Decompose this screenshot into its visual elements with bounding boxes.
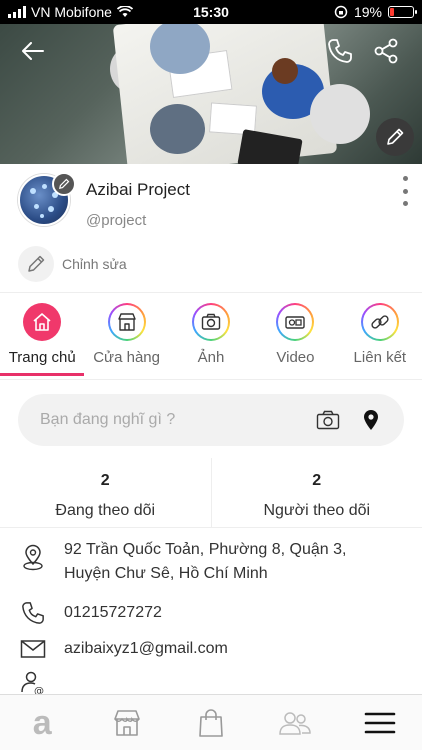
nav-home[interactable]: a [17,701,67,745]
tab-home[interactable]: Trang chủ [0,293,84,379]
profile-handle: @project [86,212,147,229]
azibai-logo-icon: a [32,703,52,742]
call-button[interactable] [324,36,356,66]
following-label: Đang theo dõi [55,502,156,519]
profile-tabs: Trang chủ Cửa hàng Ảnh Video Liên kết [0,292,422,380]
home-icon [23,303,62,341]
active-tab-indicator [0,373,84,376]
following-count: 2 [100,472,110,489]
location-pin-icon [23,544,43,571]
battery-icon [388,6,417,18]
camera-icon [192,303,231,341]
store-icon [113,709,140,736]
phone-icon [328,39,352,63]
store-icon [107,303,146,341]
tab-photos[interactable]: Ảnh [169,293,253,379]
share-button[interactable] [370,36,402,66]
menu-icon [364,712,396,733]
camera-icon[interactable] [316,410,340,430]
contact-info: 92 Trần Quốc Toản, Phường 8, Quận 3, Huy… [0,538,422,698]
nav-menu[interactable] [355,701,405,745]
share-icon [374,38,398,64]
nav-community[interactable] [270,701,320,745]
profile-name: Azibai Project [86,180,190,199]
status-post-input[interactable]: Bạn đang nghĩ gì ? [18,394,404,446]
followers-stat[interactable]: 2 Người theo dõi [210,458,422,527]
tab-label: Liên kết [353,349,407,366]
location-pin-icon[interactable] [362,409,380,431]
tab-video[interactable]: Video [253,293,337,379]
nav-store[interactable] [102,701,152,745]
people-icon [279,711,312,735]
address-row: 92 Trần Quốc Toản, Phường 8, Quận 3, Huy… [0,538,422,596]
tab-links[interactable]: Liên kết [338,293,422,379]
follow-stats: 2 Đang theo dõi 2 Người theo dõi [0,458,422,528]
followers-count: 2 [312,472,322,489]
profile-header: Azibai Project @project Chỉnh sửa [0,164,422,292]
tab-label: Video [276,349,315,366]
edit-profile-label: Chỉnh sửa [62,256,127,272]
rotation-lock-icon [334,5,348,19]
shopping-bag-icon [199,708,223,737]
phone-icon [22,602,44,624]
tab-label: Ảnh [197,349,225,366]
address-line-2: Huyện Chư Sê, Hồ Chí Minh [64,565,268,582]
nav-shop[interactable] [186,701,236,745]
edit-avatar-button[interactable] [52,172,76,196]
tab-store[interactable]: Cửa hàng [84,293,168,379]
pencil-icon [59,178,70,189]
followers-label: Người theo dõi [263,502,371,519]
address-line-1: 92 Trần Quốc Toản, Phường 8, Quận 3, [64,541,347,558]
user-at-icon: @ [21,671,44,696]
back-button[interactable] [18,38,48,64]
tab-label: Trang chủ [8,349,76,366]
phone-row[interactable]: 01215727272 [0,596,422,630]
more-options-button[interactable] [400,176,410,206]
back-arrow-icon [22,42,44,60]
status-bar: VN Mobifone 15:30 19% [0,0,422,24]
tab-label: Cửa hàng [93,349,160,366]
phone-number: 01215727272 [64,604,162,621]
battery-percent: 19% [353,4,382,20]
email-address: azibaixyz1@gmail.com [64,640,228,657]
bottom-navigation: a [0,694,422,750]
cover-photo [0,24,422,164]
following-stat[interactable]: 2 Đang theo dõi [0,458,211,527]
edit-profile-button[interactable]: Chỉnh sửa [18,246,127,282]
mail-icon [20,640,46,658]
video-icon [276,303,315,341]
link-icon [360,303,399,341]
pencil-icon [28,255,45,272]
edit-cover-button[interactable] [376,118,414,156]
pencil-icon [387,128,404,145]
email-row[interactable]: azibaixyz1@gmail.com [0,630,422,668]
post-placeholder: Bạn đang nghĩ gì ? [40,411,176,428]
